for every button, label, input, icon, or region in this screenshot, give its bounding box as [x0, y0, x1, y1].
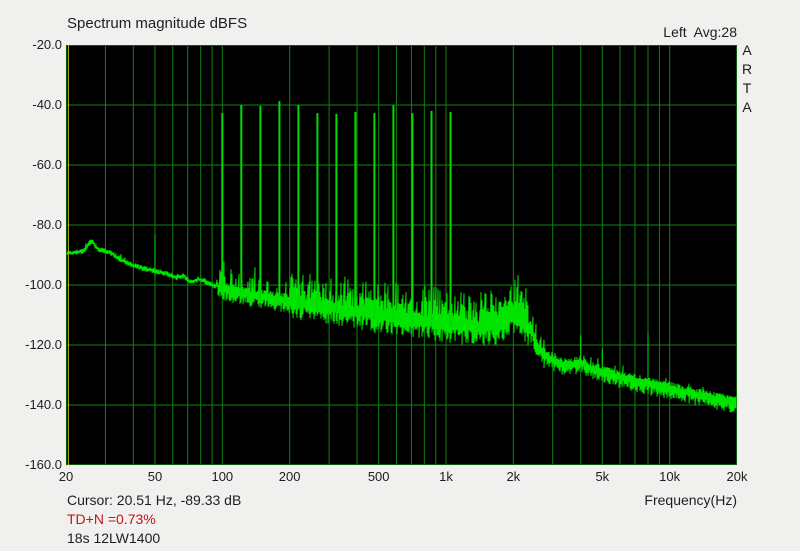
- arta-spectrum-window: Spectrum magnitude dBFS Left Avg:28 ARTA…: [0, 0, 800, 551]
- plot-title: Spectrum magnitude dBFS: [67, 15, 247, 32]
- x-tick-label: 100: [194, 469, 250, 484]
- x-tick-label: 2k: [485, 469, 541, 484]
- x-tick-label: 50: [127, 469, 183, 484]
- arta-logo-letter: T: [739, 79, 755, 98]
- x-tick-label: 200: [262, 469, 318, 484]
- frequency-axis-label: Frequency(Hz): [644, 492, 737, 508]
- x-tick-label: 1k: [418, 469, 474, 484]
- arta-logo-letter: A: [739, 98, 755, 117]
- x-tick-label: 10k: [642, 469, 698, 484]
- y-tick-label: -20.0: [0, 37, 62, 52]
- cursor-readout: Cursor: 20.51 Hz, -89.33 dB: [67, 492, 241, 508]
- x-tick-label: 5k: [574, 469, 630, 484]
- y-tick-label: -120.0: [0, 337, 62, 352]
- x-tick-label: 500: [351, 469, 407, 484]
- arta-logo-letter: R: [739, 60, 755, 79]
- y-tick-label: -60.0: [0, 157, 62, 172]
- plot-background: [66, 45, 737, 465]
- arta-logo: ARTA: [739, 41, 755, 117]
- x-tick-label: 20: [38, 469, 94, 484]
- y-tick-label: -100.0: [0, 277, 62, 292]
- channel-average-info: Left Avg:28: [663, 24, 737, 40]
- arta-logo-letter: A: [739, 41, 755, 60]
- device-label: 18s 12LW1400: [67, 530, 160, 546]
- distortion-readout: TD+N =0.73%: [67, 511, 156, 527]
- y-tick-label: -40.0: [0, 97, 62, 112]
- x-tick-label: 20k: [709, 469, 765, 484]
- y-tick-label: -80.0: [0, 217, 62, 232]
- y-tick-label: -140.0: [0, 397, 62, 412]
